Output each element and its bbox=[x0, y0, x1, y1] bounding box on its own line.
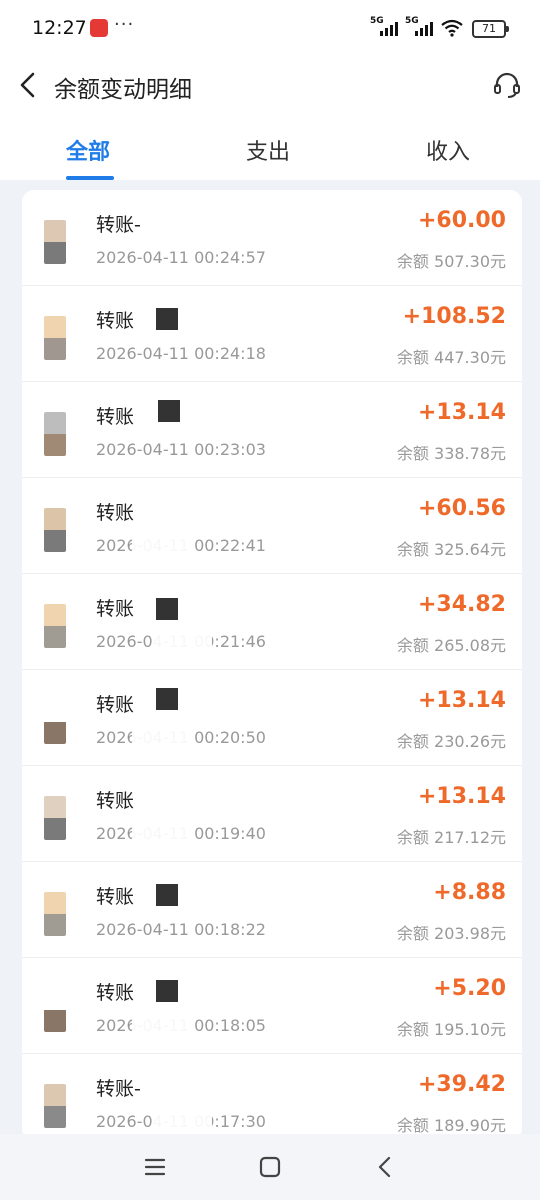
transaction-date: 2026-04-11 00:18:22 bbox=[96, 920, 266, 939]
active-tab-indicator bbox=[66, 176, 114, 180]
redaction-mask bbox=[156, 980, 178, 1002]
avatar bbox=[44, 220, 66, 264]
transaction-title: 转账- bbox=[96, 1078, 141, 1100]
back-nav-icon[interactable] bbox=[370, 1152, 400, 1182]
transaction-title: 转账- bbox=[96, 214, 141, 236]
transaction-row[interactable]: 转账 2026-04-11 00:21:46 +34.82 余额 265.08元 bbox=[22, 574, 522, 670]
transaction-row[interactable]: 转账 2026-04-11 00:19:40 +13.14 余额 217.12元 bbox=[22, 766, 522, 862]
transaction-row[interactable]: 转账- 2026-04-11 00:24:57 +60.00 余额 507.30… bbox=[22, 190, 522, 286]
transaction-date: 2026-04-11 00:24:18 bbox=[96, 344, 266, 363]
home-icon[interactable] bbox=[255, 1152, 285, 1182]
avatar bbox=[44, 508, 66, 552]
transaction-balance: 余额 189.90元 bbox=[396, 1116, 506, 1135]
tab-income[interactable]: 收入 bbox=[426, 134, 470, 166]
redaction-mask bbox=[132, 532, 192, 558]
signal-icon-1 bbox=[380, 22, 402, 36]
transaction-amount: +5.20 bbox=[433, 976, 506, 1001]
page-title: 余额变动明细 bbox=[54, 77, 192, 103]
avatar bbox=[44, 1084, 66, 1128]
menu-icon[interactable] bbox=[140, 1152, 170, 1182]
redaction-mask bbox=[132, 724, 192, 750]
more-notifications-icon: ··· bbox=[114, 14, 135, 35]
redaction-mask bbox=[152, 628, 212, 654]
avatar bbox=[44, 988, 66, 1032]
status-bar: 12:27 ··· 5G 5G 71 bbox=[0, 0, 540, 58]
redaction-mask bbox=[156, 884, 178, 906]
avatar bbox=[44, 700, 66, 744]
transaction-amount: +34.82 bbox=[417, 592, 506, 617]
tab-all[interactable]: 全部 bbox=[66, 134, 110, 166]
transaction-balance: 余额 230.26元 bbox=[396, 732, 506, 751]
transaction-amount: +108.52 bbox=[402, 304, 506, 329]
back-button[interactable] bbox=[14, 68, 44, 102]
transaction-balance: 余额 217.12元 bbox=[396, 828, 506, 847]
transaction-amount: +8.88 bbox=[433, 880, 506, 905]
transaction-list: 转账- 2026-04-11 00:24:57 +60.00 余额 507.30… bbox=[22, 190, 522, 1140]
transaction-row[interactable]: 转账- 2026-04-11 00:17:30 +39.42 余额 189.90… bbox=[22, 1054, 522, 1140]
transaction-balance: 余额 507.30元 bbox=[396, 252, 506, 271]
transaction-date: 2026-04-11 00:24:57 bbox=[96, 248, 266, 267]
transaction-row[interactable]: 转账 2026-04-11 00:20:50 +13.14 余额 230.26元 bbox=[22, 670, 522, 766]
transaction-balance: 余额 265.08元 bbox=[396, 636, 506, 655]
redaction-mask bbox=[132, 820, 192, 846]
transaction-title: 转账 bbox=[96, 886, 135, 908]
app-header: 余额变动明细 bbox=[0, 58, 540, 118]
redaction-mask bbox=[158, 400, 180, 422]
transaction-title: 转账 bbox=[96, 310, 135, 332]
transaction-title: 转账 bbox=[96, 502, 135, 524]
transaction-balance: 余额 195.10元 bbox=[396, 1020, 506, 1039]
transaction-row[interactable]: 转账 2026-04-11 00:18:22 +8.88 余额 203.98元 bbox=[22, 862, 522, 958]
system-nav-bar bbox=[0, 1134, 540, 1200]
avatar bbox=[44, 892, 66, 936]
transaction-balance: 余额 338.78元 bbox=[396, 444, 506, 463]
redaction-mask bbox=[156, 308, 178, 330]
transaction-title: 转账 bbox=[96, 982, 135, 1004]
transaction-balance: 余额 447.30元 bbox=[396, 348, 506, 367]
transaction-amount: +60.00 bbox=[417, 208, 506, 233]
redaction-mask bbox=[152, 1108, 212, 1134]
transaction-balance: 余额 203.98元 bbox=[396, 924, 506, 943]
redaction-mask bbox=[156, 598, 178, 620]
redaction-mask bbox=[132, 1012, 192, 1038]
transaction-title: 转账 bbox=[96, 790, 135, 812]
transaction-row[interactable]: 转账 2026-04-11 00:24:18 +108.52 余额 447.30… bbox=[22, 286, 522, 382]
customer-service-icon[interactable] bbox=[492, 70, 522, 100]
transaction-amount: +13.14 bbox=[417, 688, 506, 713]
app-notification-icon bbox=[90, 19, 108, 37]
transaction-row[interactable]: 转账 2026-04-11 00:18:05 +5.20 余额 195.10元 bbox=[22, 958, 522, 1054]
wifi-icon bbox=[441, 19, 463, 37]
transaction-amount: +13.14 bbox=[417, 400, 506, 425]
transaction-row[interactable]: 转账 2026-04-11 00:23:03 +13.14 余额 338.78元 bbox=[22, 382, 522, 478]
transaction-title: 转账 bbox=[96, 598, 135, 620]
transaction-title: 转账 bbox=[96, 694, 135, 716]
transaction-date: 2026-04-11 00:23:03 bbox=[96, 440, 266, 459]
transaction-balance: 余额 325.64元 bbox=[396, 540, 506, 559]
avatar bbox=[44, 316, 66, 360]
transaction-amount: +60.56 bbox=[417, 496, 506, 521]
avatar bbox=[44, 796, 66, 840]
avatar bbox=[44, 604, 66, 648]
filter-tabs: 全部 支出 收入 bbox=[0, 118, 540, 180]
transaction-title: 转账 bbox=[96, 406, 135, 428]
transaction-amount: +39.42 bbox=[417, 1072, 506, 1097]
transaction-amount: +13.14 bbox=[417, 784, 506, 809]
redaction-mask bbox=[156, 688, 178, 710]
tab-expense[interactable]: 支出 bbox=[246, 134, 290, 166]
battery-icon: 71 bbox=[472, 20, 509, 38]
avatar bbox=[44, 412, 66, 456]
transaction-row[interactable]: 转账 2026-04-11 00:22:41 +60.56 余额 325.64元 bbox=[22, 478, 522, 574]
signal-icon-2 bbox=[415, 22, 437, 36]
status-time: 12:27 bbox=[32, 17, 87, 39]
